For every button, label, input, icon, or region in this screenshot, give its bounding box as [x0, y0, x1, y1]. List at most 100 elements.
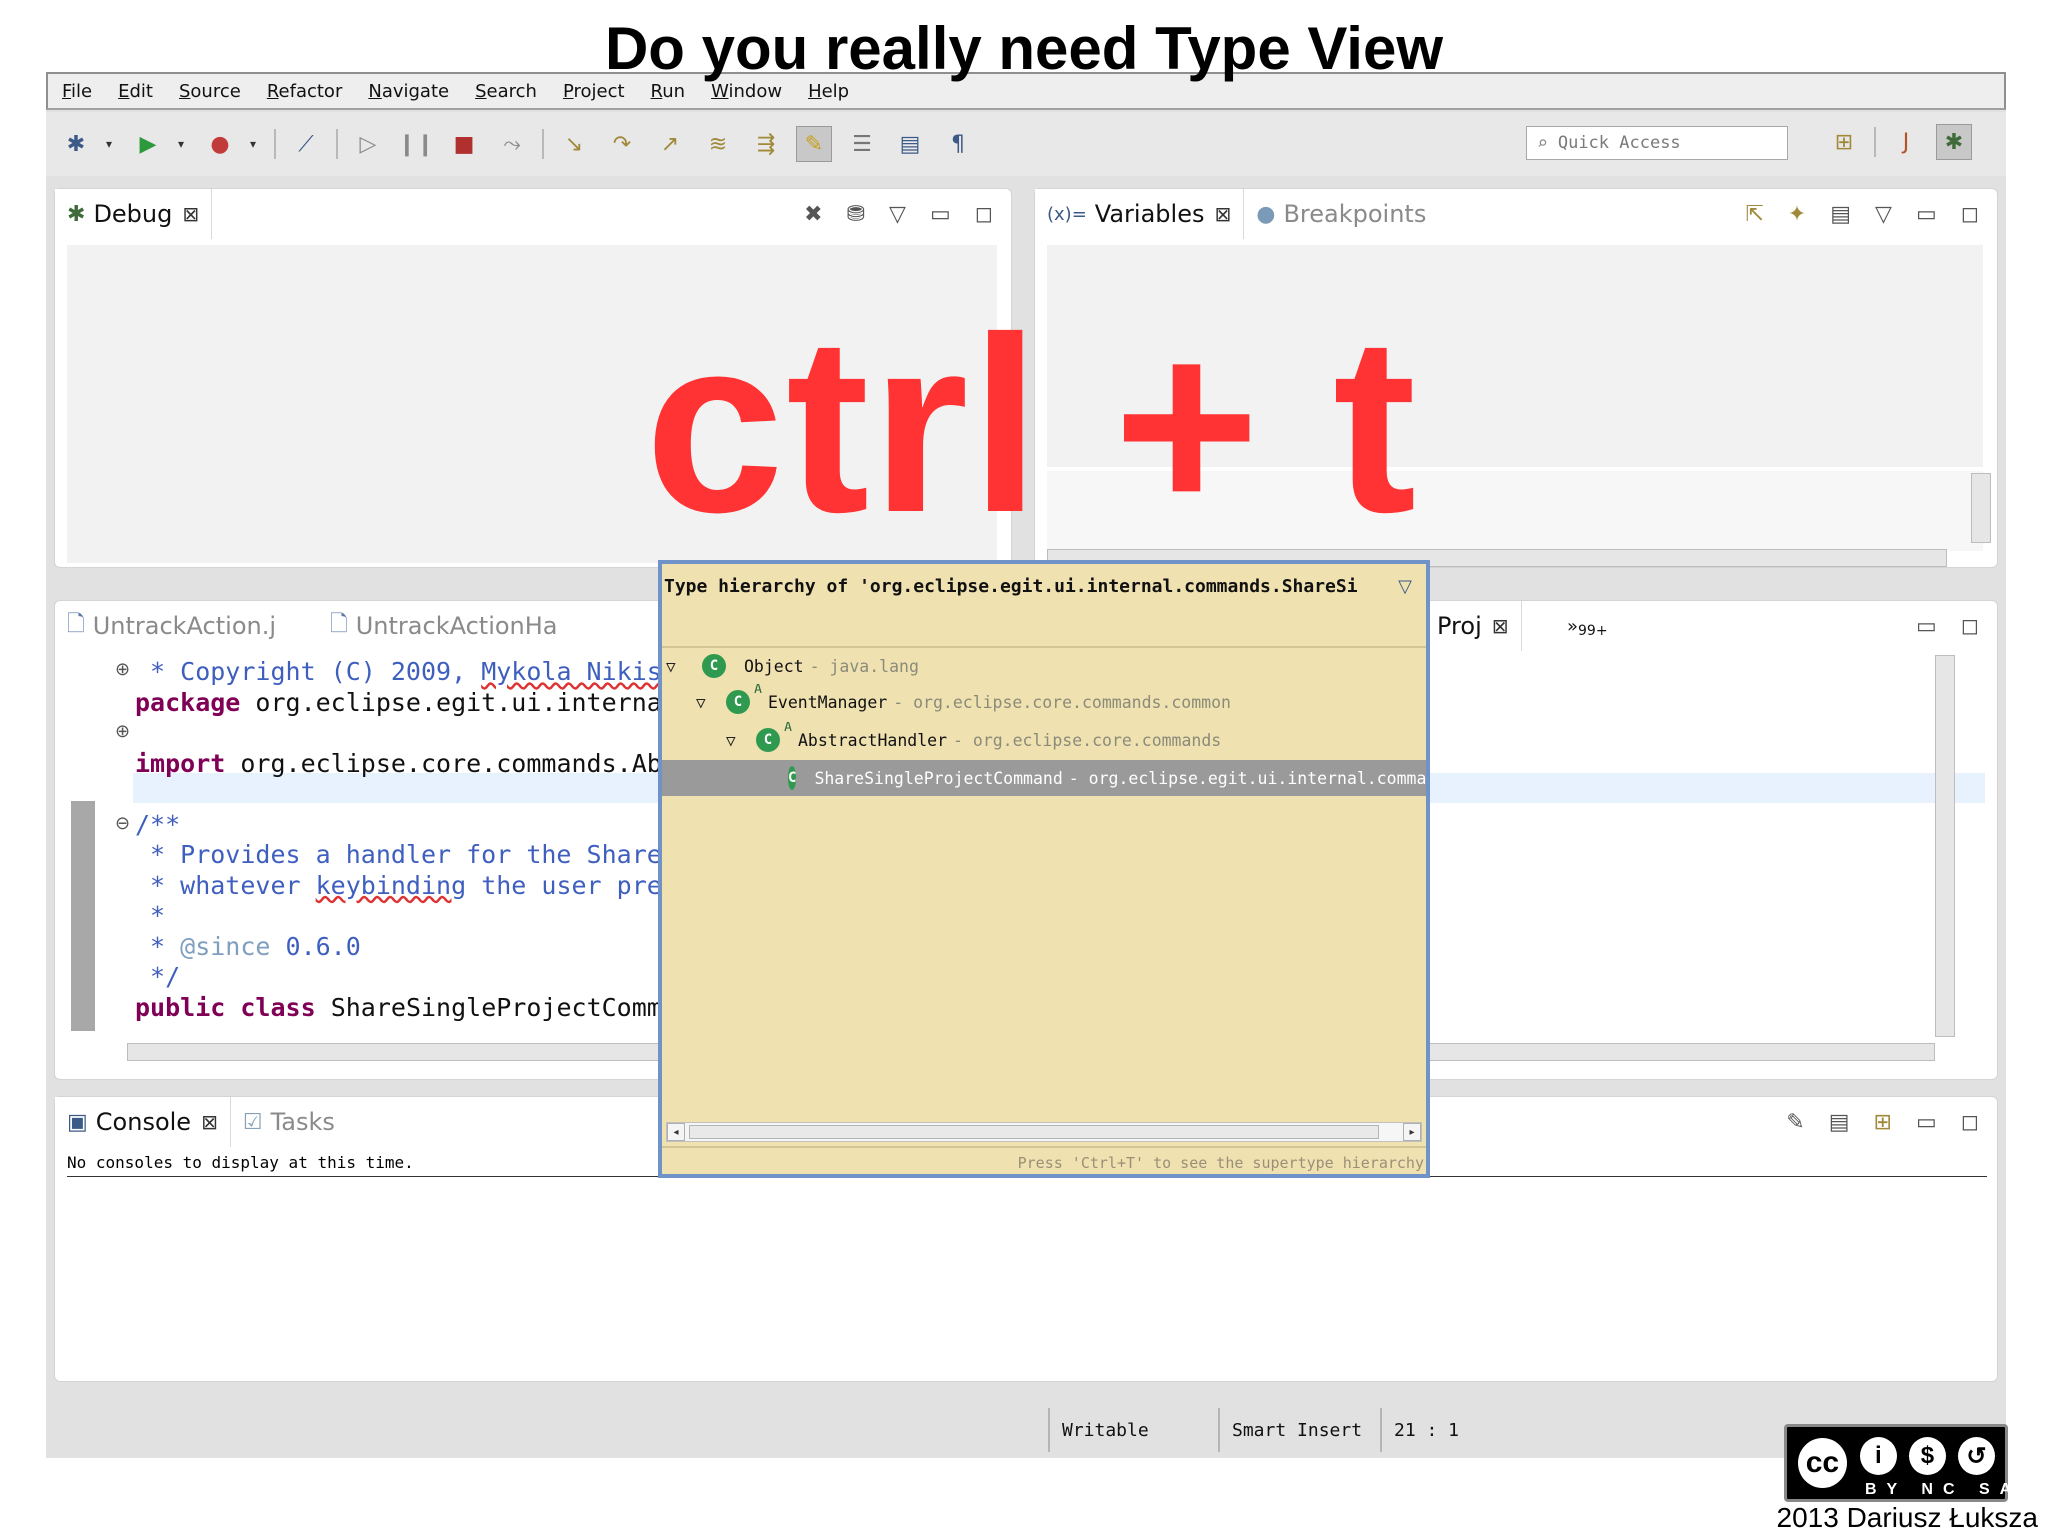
view-menu-icon[interactable]: ▽	[1398, 576, 1412, 597]
menu-search[interactable]: Search	[475, 81, 537, 102]
view-menu-icon[interactable]: ▽	[1875, 202, 1892, 227]
minimize-icon[interactable]: ▭	[930, 202, 951, 227]
tab-overflow[interactable]: » 99+	[1555, 601, 1620, 651]
debug-bug-icon[interactable]: ✱	[58, 126, 94, 162]
view-menu-icon[interactable]: ▽	[889, 202, 906, 227]
menu-window[interactable]: Window	[711, 81, 782, 102]
debug-bug-icon: ✱	[67, 201, 86, 227]
type-hierarchy-popup[interactable]: Type hierarchy of 'org.eclipse.egit.ui.i…	[658, 560, 1430, 1178]
details-vertical-scrollbar[interactable]	[1971, 473, 1991, 543]
display-console-icon[interactable]: ▤	[1829, 1110, 1850, 1135]
search-icon: ⌕	[1537, 132, 1548, 154]
remove-terminated-icon[interactable]: ✖	[804, 202, 822, 227]
menu-run[interactable]: Run	[651, 81, 686, 102]
tab-untrackactionhandler-label: UntrackActionHa	[355, 612, 558, 640]
close-icon[interactable]: ⊠	[1492, 614, 1509, 638]
class-icon: C	[788, 766, 797, 790]
show-whitespace-icon[interactable]: ¶	[940, 126, 976, 162]
drop-to-frame-icon[interactable]: ≋	[700, 126, 736, 162]
tab-console[interactable]: ▣ Console ⊠	[55, 1097, 231, 1147]
expand-fold-icon[interactable]: ⊕	[115, 659, 130, 680]
author-credit: 2013 Dariusz Łuksza	[1776, 1502, 2038, 1533]
variables-view-tools: ⇱ ✦ ▤ ▽ ▭ ◻	[1721, 189, 1979, 239]
show-type-names-icon[interactable]: ⇱	[1745, 202, 1763, 227]
tab-variables[interactable]: (x)= Variables ⊠	[1035, 189, 1245, 239]
tab-sharesingleproject[interactable]: Proj ⊠	[1425, 601, 1522, 651]
close-icon[interactable]: ⊠	[182, 202, 199, 226]
minimize-icon[interactable]: ▭	[1916, 1110, 1937, 1135]
suspend-icon[interactable]: ❙❙	[398, 126, 435, 162]
expanded-arrow-icon[interactable]: ▽	[726, 731, 748, 750]
menu-source[interactable]: Source	[179, 81, 241, 102]
tree-row-eventmanager[interactable]: ▽ CA EventManager - org.eclipse.core.com…	[662, 684, 1426, 720]
open-perspective-icon[interactable]: ⊞	[1826, 124, 1862, 160]
tasks-icon: ☑	[242, 1109, 263, 1135]
disconnect-icon[interactable]: ⤳	[494, 126, 530, 162]
menu-project[interactable]: Project	[563, 81, 625, 102]
run-dropdown-icon[interactable]: ▾	[178, 137, 190, 151]
maximize-icon[interactable]: ◻	[975, 202, 993, 227]
collapse-all-icon[interactable]: ▤	[1830, 202, 1851, 227]
tab-debug[interactable]: ✱ Debug ⊠	[55, 189, 213, 239]
popup-horizontal-scrollbar[interactable]: ◂ ▸	[666, 1122, 1422, 1142]
tree-row-object[interactable]: ▽ C Object - java.lang	[662, 648, 1426, 684]
external-tools-icon[interactable]: ●	[202, 126, 238, 162]
menu-file[interactable]: File	[62, 81, 92, 102]
tab-console-label: Console	[95, 1108, 192, 1136]
scrollbar-thumb[interactable]	[689, 1125, 1379, 1139]
popup-status-divider	[662, 1146, 1426, 1148]
open-console-icon[interactable]: ⊞	[1874, 1110, 1892, 1135]
overflow-chevron-icon: »	[1567, 615, 1579, 637]
editor-vertical-scrollbar[interactable]	[1935, 655, 1955, 1037]
close-icon[interactable]: ⊠	[201, 1110, 218, 1134]
block-selection-icon[interactable]: ▤	[892, 126, 928, 162]
skip-breakpoints-icon[interactable]: ⟋	[288, 126, 324, 162]
tab-untrackaction-label: UntrackAction.j	[92, 612, 277, 640]
java-perspective-icon[interactable]: J	[1888, 124, 1924, 160]
minimize-icon[interactable]: ▭	[1916, 614, 1937, 639]
external-tools-dropdown-icon[interactable]: ▾	[250, 137, 262, 151]
tab-untrackactionhandler[interactable]: 🗋 UntrackActionHa	[318, 601, 569, 651]
collapse-icon[interactable]: ⛃	[847, 202, 865, 227]
tab-breakpoints[interactable]: ● Breakpoints	[1244, 189, 1438, 239]
close-icon[interactable]: ⊠	[1214, 202, 1231, 226]
tree-row-abstracthandler[interactable]: ▽ CA AbstractHandler - org.eclipse.core.…	[662, 722, 1426, 758]
scroll-right-icon[interactable]: ▸	[1403, 1123, 1421, 1141]
terminate-icon[interactable]: ■	[446, 126, 482, 162]
step-into-icon[interactable]: ↘	[556, 126, 592, 162]
collapse-fold-icon[interactable]: ⊖	[115, 813, 130, 834]
tab-untrackaction[interactable]: 🗋 UntrackAction.j	[55, 601, 288, 651]
tab-tasks[interactable]: ☑ Tasks	[231, 1097, 347, 1147]
status-writable: Writable	[1048, 1408, 1149, 1452]
step-over-icon[interactable]: ↷	[604, 126, 640, 162]
resume-icon[interactable]: ▷	[350, 126, 386, 162]
add-expression-icon[interactable]: ✦	[1788, 202, 1806, 227]
tree-row-sharesingleprojectcommand[interactable]: C ShareSingleProjectCommand - org.eclips…	[662, 760, 1426, 796]
tab-sharesingleproject-label: Proj	[1437, 612, 1482, 640]
abstract-class-icon: CA	[726, 684, 762, 714]
maximize-icon[interactable]: ◻	[1961, 1110, 1979, 1135]
toggle-ant-icon[interactable]: ☰	[844, 126, 880, 162]
highlighter-icon[interactable]: ✎	[796, 126, 832, 162]
quick-access-field[interactable]: ⌕ Quick Access	[1526, 126, 1788, 160]
menu-edit[interactable]: Edit	[118, 81, 153, 102]
menu-navigate[interactable]: Navigate	[368, 81, 449, 102]
scroll-left-icon[interactable]: ◂	[667, 1123, 685, 1141]
expanded-arrow-icon[interactable]: ▽	[696, 693, 718, 712]
expanded-arrow-icon[interactable]: ▽	[666, 657, 688, 676]
debug-perspective-icon[interactable]: ✱	[1936, 124, 1972, 160]
abstract-class-icon: CA	[756, 722, 792, 752]
menu-refactor[interactable]: Refactor	[267, 81, 343, 102]
expand-fold-icon[interactable]: ⊕	[115, 721, 130, 742]
pin-console-icon[interactable]: ✎	[1786, 1110, 1804, 1135]
attribution-icon: i	[1855, 1433, 1901, 1479]
run-icon[interactable]: ▶	[130, 126, 166, 162]
maximize-icon[interactable]: ◻	[1961, 614, 1979, 639]
maximize-icon[interactable]: ◻	[1961, 202, 1979, 227]
debug-dropdown-icon[interactable]: ▾	[106, 137, 118, 151]
step-return-icon[interactable]: ↗	[652, 126, 688, 162]
minimize-icon[interactable]: ▭	[1916, 202, 1937, 227]
menu-help[interactable]: Help	[808, 81, 849, 102]
step-filters-icon[interactable]: ⇶	[748, 126, 784, 162]
status-insert-mode[interactable]: Smart Insert	[1218, 1408, 1362, 1452]
